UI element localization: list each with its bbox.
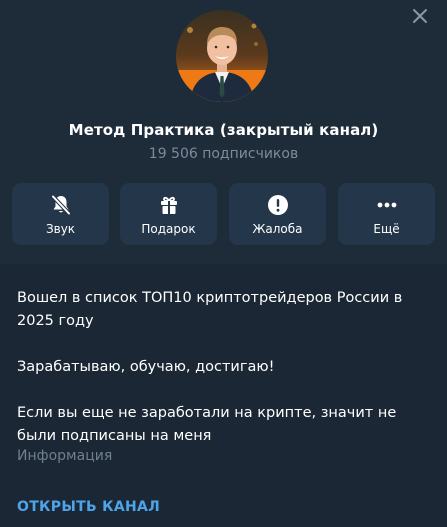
info-label: Информация: [17, 448, 113, 464]
action-bar: Звук Подарок Жалоба Ещё: [12, 183, 435, 245]
channel-description: Вошел в список ТОП10 криптотрейдеров Рос…: [17, 290, 403, 444]
channel-avatar: [176, 10, 268, 102]
close-icon[interactable]: [411, 7, 429, 25]
subscriber-count: 19 506 подписчиков: [148, 146, 299, 162]
bell-muted-icon: [49, 193, 73, 217]
report-label: Жалоба: [252, 222, 303, 236]
mute-label: Звук: [45, 222, 76, 236]
more-button[interactable]: Ещё: [338, 183, 435, 245]
gift-icon: [157, 193, 181, 217]
more-dots-icon: [375, 193, 399, 217]
more-label: Ещё: [373, 222, 400, 236]
mute-button[interactable]: Звук: [12, 183, 109, 245]
gift-button[interactable]: Подарок: [120, 183, 217, 245]
channel-header: Метод Практика (закрытый канал) 19 506 п…: [0, 0, 447, 264]
report-button[interactable]: Жалоба: [229, 183, 326, 245]
open-channel-button[interactable]: ОТКРЫТЬ КАНАЛ: [17, 499, 160, 515]
channel-title: Метод Практика (закрытый канал): [68, 121, 379, 139]
gift-label: Подарок: [141, 222, 196, 236]
warning-icon: [266, 193, 290, 217]
